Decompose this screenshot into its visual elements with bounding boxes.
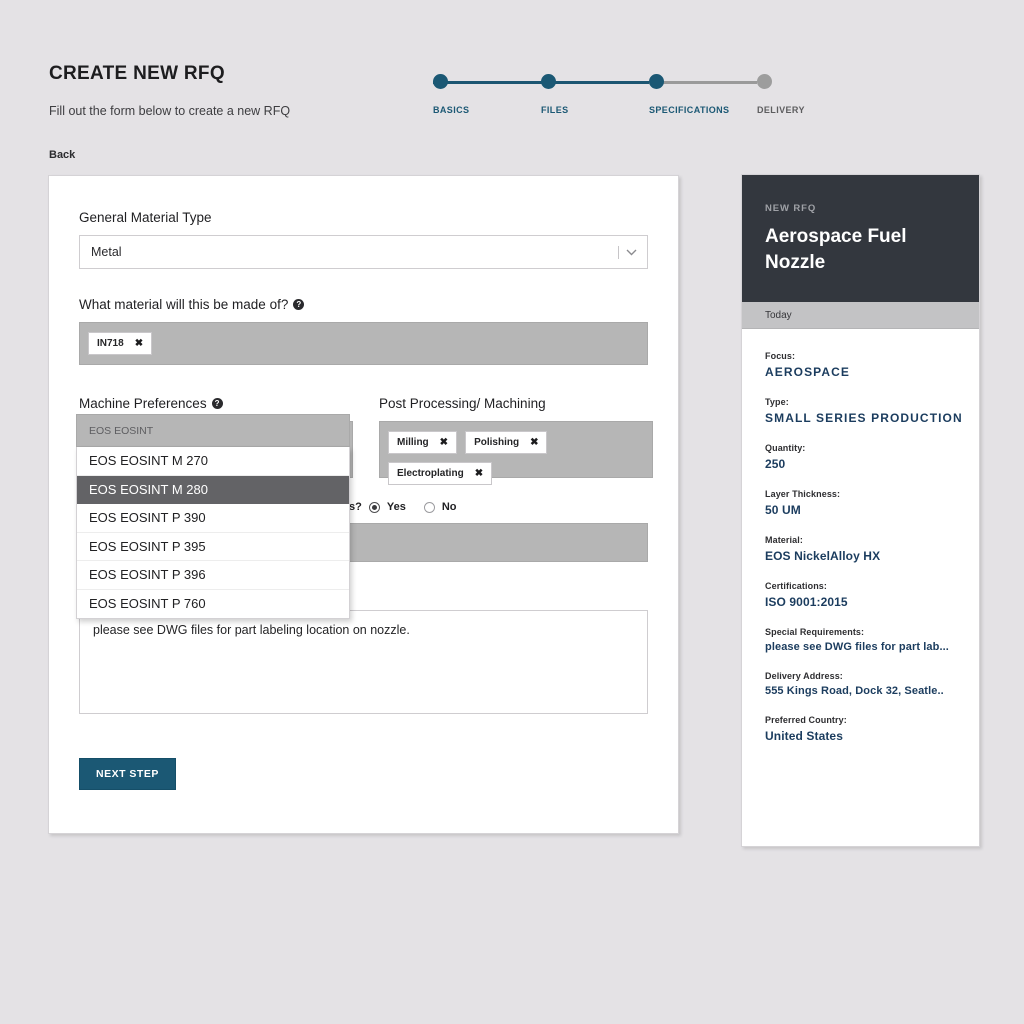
- material-question-text: What material will this be made of?: [79, 297, 289, 312]
- dropdown-option-label: EOS EOSINT P 760: [89, 596, 206, 612]
- summary-row-delivery-address: Delivery Address: 555 Kings Road, Dock 3…: [765, 671, 956, 697]
- post-processing-label: Post Processing/ Machining: [379, 396, 653, 411]
- help-circle-icon[interactable]: ?: [211, 398, 223, 409]
- select-divider-icon: [618, 245, 619, 259]
- summary-row-label: Delivery Address:: [765, 671, 843, 682]
- summary-row-value: ISO 9001:2015: [765, 595, 848, 610]
- summary-title: Aerospace Fuel Nozzle: [765, 226, 907, 274]
- page-subtitle: Fill out the form below to create a new …: [49, 104, 291, 118]
- step-dot-files[interactable]: [541, 74, 556, 89]
- help-circle-icon[interactable]: ?: [293, 299, 305, 310]
- machine-preferences-label-text: Machine Preferences: [79, 396, 207, 411]
- post-processing-label-text: Post Processing/ Machining: [379, 396, 546, 411]
- summary-row-focus: Focus: AEROSPACE: [765, 351, 956, 379]
- machine-preferences-option-list[interactable]: EOS EOSINT M 270 EOS EOSINT M 280 EOS EO…: [76, 447, 350, 619]
- tag-chip[interactable]: Polishing ✖: [465, 431, 548, 454]
- progress-stepper: BASICS FILES SPECIFICATIONS DELIVERY: [425, 74, 804, 121]
- summary-row-label: Certifications:: [765, 581, 828, 592]
- step-dot-delivery[interactable]: [757, 74, 772, 89]
- chevron-down-icon[interactable]: [626, 249, 637, 256]
- close-icon[interactable]: ✖: [530, 435, 538, 450]
- summary-kicker: NEW RFQ: [765, 203, 817, 214]
- radio-yes[interactable]: [368, 501, 380, 513]
- back-link[interactable]: Back: [49, 149, 75, 161]
- tag-chip[interactable]: Milling ✖: [388, 431, 458, 454]
- radio-no[interactable]: [423, 501, 435, 513]
- summary-row-value: please see DWG files for part lab...: [765, 641, 949, 654]
- summary-row-special-requirements: Special Requirements: please see DWG fil…: [765, 627, 956, 653]
- summary-row-value: United States: [765, 729, 843, 744]
- rfq-summary-panel: NEW RFQ Aerospace Fuel Nozzle Today Focu…: [741, 174, 980, 847]
- summary-row-label: Layer Thickness:: [765, 489, 841, 500]
- step-dot-specifications[interactable]: [649, 74, 664, 89]
- general-material-type-select[interactable]: Metal: [79, 235, 648, 269]
- summary-row-layer-thickness: Layer Thickness: 50 UM: [765, 489, 956, 517]
- dropdown-option-label: EOS EOSINT P 390: [89, 510, 206, 526]
- summary-row-certifications: Certifications: ISO 9001:2015: [765, 581, 956, 609]
- summary-row-preferred-country: Preferred Country: United States: [765, 715, 956, 743]
- dropdown-option-highlighted[interactable]: EOS EOSINT M 280: [77, 475, 349, 504]
- special-requirements-value: please see DWG files for part labeling l…: [93, 623, 410, 637]
- dropdown-option-label: EOS EOSINT M 280: [89, 481, 208, 497]
- summary-row-label: Preferred Country:: [765, 715, 847, 726]
- special-requirements-textarea[interactable]: please see DWG files for part labeling l…: [79, 610, 648, 714]
- machine-preferences-search-input[interactable]: EOS EOSINT: [76, 414, 350, 447]
- summary-row-value: EOS NickelAlloy HX: [765, 549, 881, 564]
- summary-row-label: Type:: [765, 397, 789, 408]
- close-icon[interactable]: ✖: [475, 466, 483, 481]
- close-icon[interactable]: ✖: [440, 435, 448, 450]
- summary-header: NEW RFQ Aerospace Fuel Nozzle: [742, 175, 979, 303]
- select-caret-group: [618, 236, 637, 268]
- summary-row-value: 250: [765, 457, 786, 472]
- post-processing-column: Post Processing/ Machining Milling ✖ Pol…: [379, 396, 653, 485]
- tag-chip[interactable]: Electroplating ✖: [388, 462, 493, 485]
- summary-rows: Focus: AEROSPACE Type: SMALL SERIES PROD…: [742, 329, 979, 743]
- yes-no-radio-group[interactable]: s? Yes No: [349, 501, 648, 513]
- close-icon[interactable]: ✖: [135, 336, 143, 351]
- tag-chip[interactable]: IN718 ✖: [88, 332, 153, 355]
- summary-row-quantity: Quantity: 250: [765, 443, 956, 471]
- summary-today-bar: Today: [742, 302, 979, 330]
- summary-row-label: Special Requirements:: [765, 627, 865, 638]
- machine-preferences-dropdown[interactable]: EOS EOSINT EOS EOSINT M 270 EOS EOSINT M…: [76, 414, 350, 619]
- machine-preferences-search-value: EOS EOSINT: [89, 424, 154, 437]
- radio-no-label: No: [441, 501, 457, 513]
- general-material-type-label-text: General Material Type: [79, 210, 212, 225]
- summary-row-label: Focus:: [765, 351, 796, 362]
- summary-row-value: SMALL SERIES PRODUCTION: [765, 411, 963, 426]
- tag-chip-label: Milling: [397, 437, 429, 448]
- tag-chip-label: Electroplating: [397, 468, 464, 479]
- material-tag-input[interactable]: IN718 ✖: [79, 322, 648, 365]
- general-material-type-label: General Material Type: [79, 210, 648, 225]
- yes-no-question-trailing: s?: [349, 501, 362, 513]
- dropdown-option[interactable]: EOS EOSINT P 395: [77, 533, 349, 561]
- summary-row-type: Type: SMALL SERIES PRODUCTION: [765, 397, 963, 426]
- machine-preferences-label: Machine Preferences ?: [79, 396, 353, 411]
- post-processing-tag-input[interactable]: Milling ✖ Polishing ✖ Electroplating ✖: [379, 421, 653, 485]
- dropdown-option[interactable]: EOS EOSINT P 760: [77, 590, 349, 619]
- step-dot-basics[interactable]: [433, 74, 448, 89]
- dropdown-option-label: EOS EOSINT M 270: [89, 453, 208, 469]
- radio-yes-label: Yes: [386, 501, 406, 513]
- material-question-label: What material will this be made of? ?: [79, 297, 648, 312]
- summary-row-value: AEROSPACE: [765, 365, 851, 380]
- summary-row-label: Material:: [765, 535, 803, 546]
- tag-chip-label: IN718: [97, 338, 124, 349]
- rfq-create-page: CREATE NEW RFQ Fill out the form below t…: [0, 0, 1024, 1024]
- dropdown-option[interactable]: EOS EOSINT P 396: [77, 561, 349, 590]
- dropdown-option-label: EOS EOSINT P 396: [89, 567, 206, 583]
- page-title: CREATE NEW RFQ: [49, 63, 225, 84]
- summary-row-material: Material: EOS NickelAlloy HX: [765, 535, 956, 563]
- summary-row-value: 50 UM: [765, 503, 801, 518]
- general-material-type-value: Metal: [91, 245, 122, 259]
- summary-row-value: 555 Kings Road, Dock 32, Seatle..: [765, 685, 944, 698]
- next-step-button[interactable]: NEXT STEP: [79, 758, 176, 790]
- dropdown-option-label: EOS EOSINT P 395: [89, 538, 206, 554]
- dropdown-option[interactable]: EOS EOSINT M 270: [77, 447, 349, 476]
- summary-row-label: Quantity:: [765, 443, 806, 454]
- dropdown-option[interactable]: EOS EOSINT P 390: [77, 504, 349, 533]
- tag-chip-label: Polishing: [474, 437, 520, 448]
